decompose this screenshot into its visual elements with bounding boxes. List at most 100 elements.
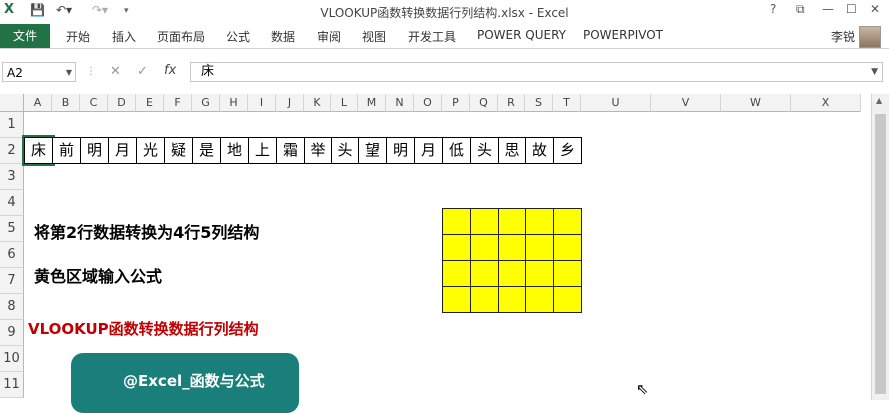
cell-j2[interactable]: 霜: [276, 137, 305, 164]
row-header-4[interactable]: 4: [0, 190, 24, 216]
cell-c2[interactable]: 明: [80, 137, 109, 164]
column-header-a[interactable]: A: [24, 94, 52, 112]
cell-m2[interactable]: 望: [358, 137, 387, 164]
tab-home[interactable]: 开始: [66, 28, 90, 45]
yellow-input-cell[interactable]: [525, 208, 554, 235]
column-header-f[interactable]: F: [164, 94, 192, 112]
yellow-input-cell[interactable]: [442, 286, 471, 313]
column-header-m[interactable]: M: [358, 94, 386, 112]
expand-formula-icon[interactable]: ▼: [871, 63, 878, 81]
cell-q2[interactable]: 头: [470, 137, 499, 164]
row-header-10[interactable]: 10: [0, 346, 24, 372]
column-header-p[interactable]: P: [442, 94, 470, 112]
tab-powerpivot[interactable]: POWERPIVOT: [583, 28, 663, 42]
row-header-6[interactable]: 6: [0, 242, 24, 268]
column-header-w[interactable]: W: [721, 94, 791, 112]
tab-power-query[interactable]: POWER QUERY: [477, 28, 566, 42]
column-header-i[interactable]: I: [248, 94, 276, 112]
cell-f2[interactable]: 疑: [164, 137, 193, 164]
vertical-scrollbar[interactable]: ▲: [871, 94, 889, 400]
column-header-u[interactable]: U: [581, 94, 651, 112]
cell-r2[interactable]: 思: [498, 137, 526, 164]
help-button[interactable]: ?: [770, 2, 776, 16]
scroll-up-icon[interactable]: ▲: [876, 96, 882, 105]
cell-h2[interactable]: 地: [220, 137, 249, 164]
minimize-button[interactable]: —: [822, 2, 834, 16]
yellow-input-cell[interactable]: [553, 286, 582, 313]
column-header-v[interactable]: V: [651, 94, 721, 112]
row-header-8[interactable]: 8: [0, 294, 24, 320]
cell-l2[interactable]: 头: [331, 137, 359, 164]
yellow-input-cell[interactable]: [553, 260, 582, 287]
column-header-t[interactable]: T: [553, 94, 581, 112]
column-header-k[interactable]: K: [304, 94, 331, 112]
name-box[interactable]: A2 ▼: [2, 62, 76, 82]
tab-formulas[interactable]: 公式: [226, 28, 250, 45]
cell-n2[interactable]: 明: [386, 137, 415, 164]
yellow-input-cell[interactable]: [553, 234, 582, 261]
cell-k2[interactable]: 举: [304, 137, 332, 164]
yellow-input-cell[interactable]: [525, 286, 554, 313]
tab-page-layout[interactable]: 页面布局: [157, 28, 205, 45]
yellow-input-cell[interactable]: [470, 208, 499, 235]
yellow-input-cell[interactable]: [470, 234, 499, 261]
cell-o2[interactable]: 月: [414, 137, 443, 164]
scrollbar-thumb[interactable]: [875, 114, 886, 394]
yellow-input-cell[interactable]: [498, 208, 526, 235]
column-header-q[interactable]: Q: [470, 94, 498, 112]
cell-a2[interactable]: 床: [22, 135, 55, 166]
enter-icon[interactable]: ✓: [137, 64, 148, 79]
tab-data[interactable]: 数据: [271, 28, 295, 45]
maximize-button[interactable]: ☐: [846, 2, 857, 16]
yellow-input-cell[interactable]: [498, 286, 526, 313]
column-header-j[interactable]: J: [276, 94, 304, 112]
yellow-input-cell[interactable]: [498, 260, 526, 287]
cell-s2[interactable]: 故: [525, 137, 554, 164]
row-header-5[interactable]: 5: [0, 216, 24, 242]
column-header-l[interactable]: L: [331, 94, 358, 112]
tab-insert[interactable]: 插入: [112, 28, 136, 45]
cell-b2[interactable]: 前: [52, 137, 81, 164]
column-header-h[interactable]: H: [220, 94, 248, 112]
worksheet-grid[interactable]: ABCDEFGHIJKLMNOPQRSTUVWX 1 2 3 4 5 6 7 8 9 10 11 床…: [0, 94, 871, 413]
row-header-1[interactable]: 1: [0, 112, 24, 138]
yellow-input-cell[interactable]: [470, 260, 499, 287]
cell-t2[interactable]: 乡: [553, 137, 582, 164]
row-header-2[interactable]: 2: [0, 138, 24, 164]
row-header-9[interactable]: 9: [0, 320, 24, 346]
cell-d2[interactable]: 月: [108, 137, 137, 164]
yellow-input-cell[interactable]: [498, 234, 526, 261]
yellow-input-cell[interactable]: [442, 234, 471, 261]
yellow-input-cell[interactable]: [525, 234, 554, 261]
column-header-g[interactable]: G: [192, 94, 220, 112]
tab-file[interactable]: 文件: [0, 24, 50, 48]
column-header-b[interactable]: B: [52, 94, 80, 112]
column-header-s[interactable]: S: [525, 94, 553, 112]
column-header-e[interactable]: E: [136, 94, 164, 112]
column-header-r[interactable]: R: [498, 94, 525, 112]
yellow-input-cell[interactable]: [442, 208, 471, 235]
avatar[interactable]: [859, 26, 881, 48]
column-header-x[interactable]: X: [791, 94, 861, 112]
column-header-d[interactable]: D: [108, 94, 136, 112]
row-header-11[interactable]: 11: [0, 372, 24, 398]
column-header-c[interactable]: C: [80, 94, 108, 112]
close-button[interactable]: ✕: [870, 2, 880, 16]
row-header-7[interactable]: 7: [0, 268, 24, 294]
select-all-corner[interactable]: [0, 94, 24, 112]
cell-i2[interactable]: 上: [248, 137, 277, 164]
yellow-input-cell[interactable]: [553, 208, 582, 235]
column-header-o[interactable]: O: [414, 94, 442, 112]
cell-e2[interactable]: 光: [136, 137, 165, 164]
yellow-input-cell[interactable]: [442, 260, 471, 287]
yellow-input-cell[interactable]: [525, 260, 554, 287]
cell-p2[interactable]: 低: [442, 137, 471, 164]
formula-input[interactable]: 床 ▼: [190, 62, 883, 82]
cancel-icon[interactable]: ✕: [110, 64, 121, 79]
tab-review[interactable]: 审阅: [317, 28, 341, 45]
yellow-input-cell[interactable]: [470, 286, 499, 313]
chevron-down-icon[interactable]: ▼: [66, 63, 72, 83]
tab-developer[interactable]: 开发工具: [408, 28, 456, 45]
column-header-n[interactable]: N: [386, 94, 414, 112]
cell-g2[interactable]: 是: [192, 137, 221, 164]
